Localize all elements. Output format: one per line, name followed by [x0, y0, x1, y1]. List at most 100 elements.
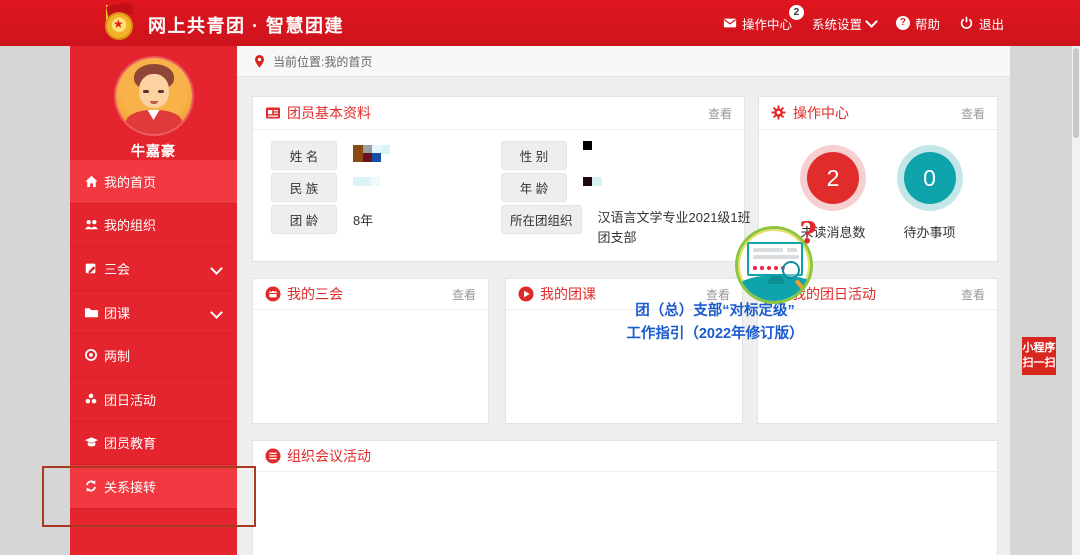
user-profile-block: 牛嘉豪 [70, 58, 237, 172]
field-label: 姓 名 [271, 141, 337, 170]
panel-header: 团员基本资料 查看 [253, 97, 744, 130]
nav-label: 操作中心 [742, 14, 792, 33]
sidebar-item-label: 我的组织 [104, 215, 156, 234]
target-icon [84, 348, 99, 363]
sidebar-item-label: 团课 [104, 303, 130, 322]
calendar-circle-icon [265, 286, 281, 302]
panel-my-meetings: 我的三会 查看 [252, 278, 489, 424]
field-value: 汉语言文学专业2021级1班团支部 [598, 205, 758, 248]
sidebar-item-sanhui[interactable]: 三会 [70, 247, 237, 291]
scrollbar-thumb[interactable] [1073, 48, 1079, 138]
stats-row: 2 未读消息数 0 待办事项 [759, 130, 997, 241]
annotation-rectangle [42, 466, 256, 527]
question-mark-icon: ? [799, 216, 817, 251]
badge-line2: 扫一扫 [1022, 356, 1056, 371]
app-title: 网上共青团 · 智慧团建 [148, 12, 344, 38]
sidebar-item-member-education[interactable]: 团员教育 [70, 422, 237, 466]
nav-help[interactable]: ? 帮助 [896, 14, 940, 33]
field-name: 姓 名 [271, 141, 390, 170]
view-link[interactable]: 查看 [452, 286, 476, 303]
field-label: 年 龄 [501, 173, 567, 202]
folder-icon [84, 305, 99, 320]
badge-line1: 小程序 [1022, 341, 1056, 356]
redacted-value [583, 141, 592, 150]
sidebar-item-label: 两制 [104, 346, 130, 365]
users-icon [84, 217, 99, 232]
sidebar-item-label: 团员教育 [104, 433, 156, 452]
field-ethnicity: 民 族 [271, 173, 380, 202]
view-link[interactable]: 查看 [961, 105, 985, 122]
nav-label: 退出 [979, 14, 1004, 33]
breadcrumb-label: 当前位置:我的首页 [273, 53, 372, 70]
stat-circle: 0 [904, 152, 956, 204]
scrollbar[interactable] [1072, 46, 1080, 555]
edit-icon [84, 261, 99, 276]
stat-label: 待办事项 [904, 222, 956, 241]
stat-todo-items[interactable]: 0 待办事项 [904, 146, 956, 241]
breadcrumb: 当前位置:我的首页 [237, 46, 1010, 77]
sidebar-item-label: 团日活动 [104, 390, 156, 409]
nav-system-settings[interactable]: 系统设置 [812, 14, 876, 33]
field-organization: 所在团组织 汉语言文学专业2021级1班团支部 [501, 205, 758, 248]
field-label: 团 龄 [271, 205, 337, 234]
sidebar-item-home[interactable]: 我的首页 [70, 160, 237, 204]
sidebar-item-liangzhi[interactable]: 两制 [70, 334, 237, 378]
book-circle-icon [265, 448, 281, 464]
sidebar-item-label: 我的首页 [104, 172, 156, 191]
field-label: 性 别 [501, 141, 567, 170]
field-value: 8年 [353, 205, 373, 229]
view-link[interactable]: 查看 [708, 105, 732, 122]
panel-title: 操作中心 [793, 103, 849, 123]
question-icon: ? [896, 16, 910, 30]
power-icon [960, 16, 974, 30]
field-league-age: 团 龄 8年 [271, 205, 373, 234]
id-card-icon [265, 105, 281, 121]
gear-icon [771, 105, 787, 121]
sidebar-item-tuanke[interactable]: 团课 [70, 291, 237, 335]
redacted-value [353, 141, 390, 162]
nav-operation-center[interactable]: 操作中心 2 [723, 14, 792, 33]
header-bar: ★ 网上共青团 · 智慧团建 操作中心 2 系统设置 ? 帮助 [0, 0, 1080, 46]
chevron-down-icon [210, 262, 223, 275]
field-label: 民 族 [271, 173, 337, 202]
panel-org-meeting-activities: 组织会议活动 [252, 440, 998, 555]
field-label: 所在团组织 [501, 205, 582, 234]
panel-title: 我的三会 [287, 284, 343, 304]
field-age: 年 龄 [501, 173, 602, 202]
location-pin-icon [253, 54, 266, 69]
cyl-emblem-logo: ★ [99, 4, 139, 44]
stat-circle: 2 [807, 152, 859, 204]
education-icon [84, 435, 99, 450]
mini-program-badge[interactable]: 小程序 扫一扫 [1022, 337, 1056, 375]
announcement-text[interactable]: 团（总）支部“对标定级” 工作指引（2022年修订版） [575, 300, 855, 346]
header-nav: 操作中心 2 系统设置 ? 帮助 退出 [723, 0, 1004, 46]
panel-title: 组织会议活动 [287, 446, 371, 466]
sidebar-item-league-day[interactable]: 团日活动 [70, 378, 237, 422]
magnifier-icon [782, 261, 800, 279]
sidebar-item-label: 三会 [104, 259, 130, 278]
announcement-line1: 团（总）支部“对标定级” [575, 300, 855, 323]
field-gender: 性 别 [501, 141, 592, 170]
nav-label: 帮助 [915, 14, 940, 33]
panel-header: 我的三会 查看 [253, 279, 488, 310]
notification-badge: 2 [789, 5, 804, 20]
panel-title: 团员基本资料 [287, 103, 371, 123]
redacted-value [353, 173, 380, 186]
help-widget[interactable]: ? [735, 226, 813, 304]
sidebar-menu: 我的首页 我的组织 三会 团课 [70, 160, 237, 509]
app-window: ★ 网上共青团 · 智慧团建 操作中心 2 系统设置 ? 帮助 [0, 0, 1080, 555]
view-link[interactable]: 查看 [961, 286, 985, 303]
username: 牛嘉豪 [70, 141, 237, 161]
redacted-value [583, 173, 602, 186]
nav-logout[interactable]: 退出 [960, 14, 1004, 33]
panel-header: 操作中心 查看 [759, 97, 997, 130]
envelope-icon [723, 16, 737, 30]
profile-fields: 姓 名 性 别 民 族 [253, 130, 744, 262]
play-circle-icon [518, 286, 534, 302]
sidebar-item-organization[interactable]: 我的组织 [70, 204, 237, 248]
panel-header: 组织会议活动 [253, 441, 997, 472]
nav-label: 系统设置 [812, 14, 862, 33]
announcement-line2: 工作指引（2022年修订版） [575, 323, 855, 346]
avatar[interactable] [116, 58, 192, 134]
chevron-down-icon [210, 306, 223, 319]
